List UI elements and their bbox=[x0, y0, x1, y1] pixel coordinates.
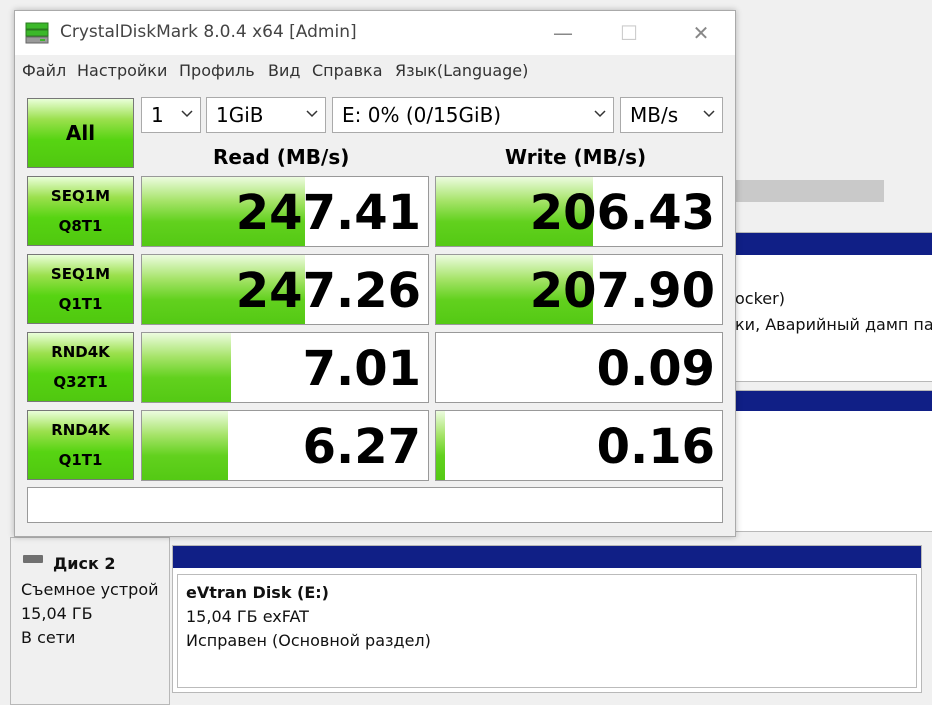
scrollbar-track[interactable] bbox=[734, 180, 884, 202]
test-queue: Q8T1 bbox=[58, 217, 103, 235]
test-name: RND4K bbox=[51, 343, 110, 361]
menu-profile[interactable]: Профиль bbox=[179, 61, 255, 80]
menu-view[interactable]: Вид bbox=[268, 61, 300, 80]
write-value: 207.90 bbox=[529, 263, 715, 319]
disk-type: Съемное устрой bbox=[21, 580, 159, 599]
read-result-cell: 247.26 bbox=[141, 254, 429, 325]
drive-select[interactable]: E: 0% (0/15GiB) bbox=[332, 97, 614, 133]
test-name: SEQ1M bbox=[50, 265, 111, 283]
test-name: SEQ1M bbox=[50, 187, 111, 205]
write-result-cell: 206.43 bbox=[435, 176, 723, 247]
read-result-cell: 247.41 bbox=[141, 176, 429, 247]
write-value: 0.16 bbox=[596, 419, 715, 475]
run-all-button[interactable]: All bbox=[27, 98, 134, 168]
volume-status: Исправен (Основной раздел) bbox=[186, 631, 431, 650]
menu-language[interactable]: Язык(Language) bbox=[395, 61, 528, 80]
read-value: 7.01 bbox=[302, 341, 421, 397]
window-title: CrystalDiskMark 8.0.4 x64 [Admin] bbox=[60, 22, 357, 42]
volume-header-bar bbox=[735, 233, 932, 255]
read-value: 247.41 bbox=[235, 185, 421, 241]
menu-settings[interactable]: Настройки bbox=[77, 61, 167, 80]
write-value: 0.09 bbox=[596, 341, 715, 397]
volume-name: eVtran Disk (E:) bbox=[186, 583, 329, 602]
title-bar[interactable]: CrystalDiskMark 8.0.4 x64 [Admin] — ☐ ✕ bbox=[15, 11, 735, 55]
read-header: Read (MB/s) bbox=[213, 145, 350, 169]
write-header: Write (MB/s) bbox=[505, 145, 647, 169]
disk-app-icon bbox=[25, 22, 49, 44]
write-result-cell: 0.16 bbox=[435, 410, 723, 481]
read-bar bbox=[142, 333, 231, 402]
disk-label-panel[interactable]: Диск 2 Съемное устрой 15,04 ГБ В сети bbox=[10, 537, 170, 705]
test-queue: Q1T1 bbox=[58, 451, 103, 469]
volume-info-line: ocker) bbox=[735, 289, 785, 308]
read-value: 6.27 bbox=[302, 419, 421, 475]
volume-header-bar bbox=[735, 391, 932, 411]
volume-header-bar bbox=[173, 546, 921, 568]
test-name: RND4K bbox=[51, 421, 110, 439]
write-result-cell: 0.09 bbox=[435, 332, 723, 403]
disk-name: Диск 2 bbox=[53, 554, 116, 573]
test-size-value: 1GiB bbox=[216, 103, 264, 127]
removable-disk-icon bbox=[23, 555, 43, 563]
write-value: 206.43 bbox=[529, 185, 715, 241]
test-count-select[interactable]: 1 bbox=[141, 97, 201, 133]
test-button[interactable]: SEQ1M Q1T1 bbox=[27, 254, 134, 324]
read-value: 247.26 bbox=[235, 263, 421, 319]
read-bar bbox=[142, 411, 228, 480]
test-count-value: 1 bbox=[151, 103, 164, 127]
unit-value: MB/s bbox=[630, 103, 679, 127]
volume-inner-box: eVtran Disk (E:) 15,04 ГБ exFAT Исправен… bbox=[177, 574, 917, 688]
test-button[interactable]: RND4K Q32T1 bbox=[27, 332, 134, 402]
close-button[interactable]: ✕ bbox=[681, 19, 721, 47]
disk-state: В сети bbox=[21, 628, 76, 647]
read-result-cell: 7.01 bbox=[141, 332, 429, 403]
chevron-down-icon bbox=[594, 110, 606, 118]
write-result-cell: 207.90 bbox=[435, 254, 723, 325]
volume-panel-e[interactable]: eVtran Disk (E:) 15,04 ГБ exFAT Исправен… bbox=[172, 545, 922, 693]
menu-bar: Файл Настройки Профиль Вид Справка Язык(… bbox=[15, 55, 735, 89]
chevron-down-icon bbox=[181, 110, 193, 118]
read-result-cell: 6.27 bbox=[141, 410, 429, 481]
menu-file[interactable]: Файл bbox=[22, 61, 66, 80]
minimize-button[interactable]: — bbox=[543, 19, 583, 47]
write-bar bbox=[436, 411, 445, 480]
volume-filesystem: 15,04 ГБ exFAT bbox=[186, 607, 309, 626]
status-bar bbox=[27, 487, 723, 523]
menu-help[interactable]: Справка bbox=[312, 61, 383, 80]
maximize-button[interactable]: ☐ bbox=[609, 19, 649, 47]
chevron-down-icon bbox=[703, 110, 715, 118]
test-button[interactable]: RND4K Q1T1 bbox=[27, 410, 134, 480]
drive-value: E: 0% (0/15GiB) bbox=[342, 103, 502, 127]
test-queue: Q1T1 bbox=[58, 295, 103, 313]
test-queue: Q32T1 bbox=[53, 373, 108, 391]
disk-size: 15,04 ГБ bbox=[21, 604, 93, 623]
disk-volume-panel-2[interactable] bbox=[734, 390, 932, 532]
disk-volume-panel-1[interactable]: ocker) ки, Аварийный дамп пам bbox=[734, 232, 932, 382]
chevron-down-icon bbox=[306, 110, 318, 118]
volume-info-line: ки, Аварийный дамп пам bbox=[735, 315, 932, 334]
crystaldiskmark-window: CrystalDiskMark 8.0.4 x64 [Admin] — ☐ ✕ … bbox=[14, 10, 736, 537]
test-button[interactable]: SEQ1M Q8T1 bbox=[27, 176, 134, 246]
test-size-select[interactable]: 1GiB bbox=[206, 97, 326, 133]
unit-select[interactable]: MB/s bbox=[620, 97, 723, 133]
